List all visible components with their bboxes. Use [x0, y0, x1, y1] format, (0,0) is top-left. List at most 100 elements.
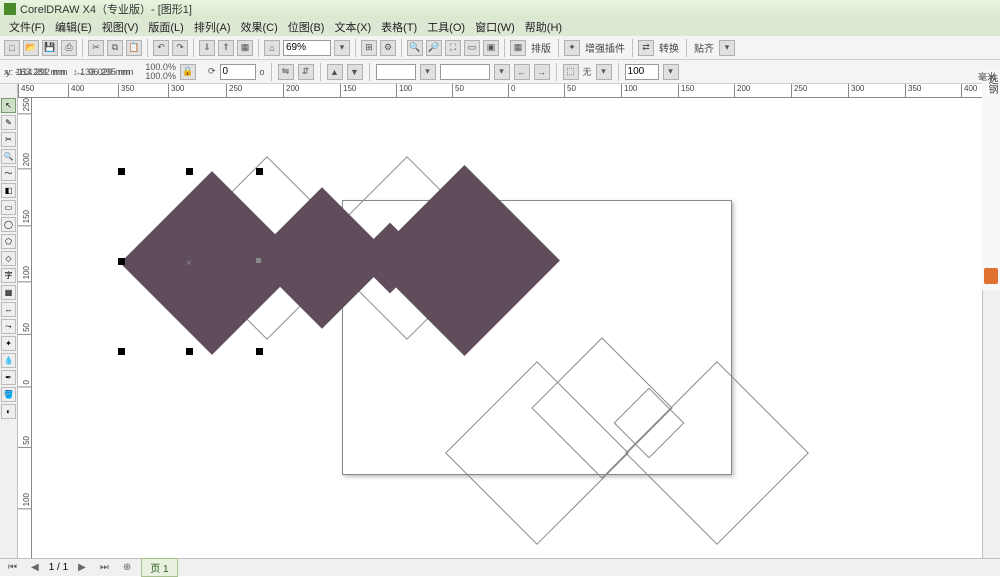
- rectangle-tool[interactable]: ▭: [1, 200, 16, 215]
- menu-layout[interactable]: 版面(L): [143, 19, 188, 35]
- separator: [558, 39, 559, 57]
- snap-label[interactable]: 贴齐: [692, 40, 716, 55]
- page-next-icon[interactable]: ▶: [74, 562, 90, 573]
- ruler-vertical[interactable]: 25020015010050050100: [18, 98, 32, 558]
- connector-tool[interactable]: ⤳: [1, 319, 16, 334]
- rotation-input[interactable]: [220, 64, 256, 80]
- polygon-tool[interactable]: ⬠: [1, 234, 16, 249]
- welcome-icon[interactable]: ⌂: [264, 40, 280, 56]
- page-first-icon[interactable]: ⏮: [4, 562, 21, 573]
- outline-width-input[interactable]: [376, 64, 416, 80]
- mirror-v-icon[interactable]: ⇵: [298, 64, 314, 80]
- linestyle-input[interactable]: [440, 64, 490, 80]
- selection-handle[interactable]: [118, 258, 125, 265]
- lock-ratio-icon[interactable]: 🔒: [180, 64, 196, 80]
- dropdown-icon[interactable]: ▾: [663, 64, 679, 80]
- option-icon[interactable]: ⚙: [380, 40, 396, 56]
- cut-icon[interactable]: ✂: [88, 40, 104, 56]
- basic-shapes-tool[interactable]: ◇: [1, 251, 16, 266]
- zoom-input[interactable]: [283, 40, 331, 56]
- zoom-tool[interactable]: 🔍: [1, 149, 16, 164]
- save-icon[interactable]: 💾: [42, 40, 58, 56]
- convert-icon[interactable]: ⇄: [638, 40, 654, 56]
- zoom-page-icon[interactable]: ▭: [464, 40, 480, 56]
- dropdown-icon[interactable]: ▾: [420, 64, 436, 80]
- selection-handle[interactable]: [186, 168, 193, 175]
- ellipse-tool[interactable]: ◯: [1, 217, 16, 232]
- menu-effects[interactable]: 效果(C): [236, 19, 283, 35]
- print-icon[interactable]: ⎙: [61, 40, 77, 56]
- undo-icon[interactable]: ↶: [153, 40, 169, 56]
- mirror-h-icon[interactable]: ⇋: [278, 64, 294, 80]
- interactive-tool[interactable]: ✦: [1, 336, 16, 351]
- fill-tool[interactable]: 🪣: [1, 387, 16, 402]
- scale-y[interactable]: 100.0: [145, 71, 168, 81]
- pick-tool[interactable]: ↖: [1, 98, 16, 113]
- zoom-out-icon[interactable]: 🔎: [426, 40, 442, 56]
- table-tool[interactable]: ▦: [1, 285, 16, 300]
- docker-panel[interactable]: 选钢: [982, 70, 1000, 290]
- dropdown-icon[interactable]: ▾: [334, 40, 350, 56]
- convert-label[interactable]: 转换: [657, 40, 681, 55]
- menu-edit[interactable]: 编辑(E): [50, 19, 97, 35]
- paste-icon[interactable]: 📋: [126, 40, 142, 56]
- dropdown-icon[interactable]: ▾: [494, 64, 510, 80]
- menu-text[interactable]: 文本(X): [329, 19, 376, 35]
- zoom-in-icon[interactable]: 🔍: [407, 40, 423, 56]
- to-front-icon[interactable]: ▲: [327, 64, 343, 80]
- h-value: 133.029 mm: [80, 67, 130, 77]
- import-icon[interactable]: ⇓: [199, 40, 215, 56]
- shape-tool[interactable]: ✎: [1, 115, 16, 130]
- menu-window[interactable]: 窗口(W): [470, 19, 520, 35]
- open-icon[interactable]: 📂: [23, 40, 39, 56]
- menu-tools[interactable]: 工具(O): [422, 19, 470, 35]
- page-add-icon[interactable]: ⊕: [119, 562, 135, 573]
- menu-table[interactable]: 表格(T): [376, 19, 422, 35]
- interactive-fill-tool[interactable]: ◐: [1, 404, 16, 419]
- app-launch-icon[interactable]: ▦: [237, 40, 253, 56]
- enhance-label[interactable]: 增强插件: [583, 40, 627, 55]
- menu-bitmap[interactable]: 位图(B): [283, 19, 330, 35]
- zoom-fit-icon[interactable]: ⛶: [445, 40, 461, 56]
- end-arrow-icon[interactable]: →: [534, 64, 550, 80]
- start-arrow-icon[interactable]: ←: [514, 64, 530, 80]
- ruler-horizontal[interactable]: 4504003503002502001501005005010015020025…: [18, 84, 982, 98]
- grid-icon[interactable]: ▦: [510, 40, 526, 56]
- deg-label: o: [260, 67, 265, 77]
- new-icon[interactable]: □: [4, 40, 20, 56]
- crop-tool[interactable]: ✂: [1, 132, 16, 147]
- menu-file[interactable]: 文件(F): [4, 19, 50, 35]
- hint-icon[interactable]: [984, 268, 998, 284]
- arrange-label[interactable]: 排版: [529, 40, 553, 55]
- eyedropper-tool[interactable]: 💧: [1, 353, 16, 368]
- nudge-input[interactable]: [625, 64, 659, 80]
- menu-arrange[interactable]: 排列(A): [189, 19, 236, 35]
- page-tab[interactable]: 页 1: [141, 558, 177, 577]
- wrap-icon[interactable]: ⬚: [563, 64, 579, 80]
- selection-handle[interactable]: [256, 168, 263, 175]
- export-icon[interactable]: ⇑: [218, 40, 234, 56]
- menu-view[interactable]: 视图(V): [97, 19, 144, 35]
- selection-handle[interactable]: [256, 348, 263, 355]
- copy-icon[interactable]: ⧉: [107, 40, 123, 56]
- selection-handle[interactable]: [186, 348, 193, 355]
- smart-fill-tool[interactable]: ◧: [1, 183, 16, 198]
- fill-none-label[interactable]: 无: [583, 65, 592, 78]
- page-prev-icon[interactable]: ◀: [27, 562, 43, 573]
- zoom-selection-icon[interactable]: ▣: [483, 40, 499, 56]
- dimension-tool[interactable]: ↔: [1, 302, 16, 317]
- to-back-icon[interactable]: ▼: [347, 64, 363, 80]
- snap-icon[interactable]: ⊞: [361, 40, 377, 56]
- outline-tool[interactable]: ✒: [1, 370, 16, 385]
- dropdown-icon[interactable]: ▾: [596, 64, 612, 80]
- freehand-tool[interactable]: ～: [1, 166, 16, 181]
- selection-handle[interactable]: [118, 168, 125, 175]
- canvas[interactable]: ×: [32, 98, 982, 558]
- text-tool[interactable]: 字: [1, 268, 16, 283]
- redo-icon[interactable]: ↷: [172, 40, 188, 56]
- plugin-icon[interactable]: ✦: [564, 40, 580, 56]
- dropdown-icon[interactable]: ▾: [719, 40, 735, 56]
- selection-handle[interactable]: [118, 348, 125, 355]
- page-last-icon[interactable]: ⏭: [96, 562, 113, 573]
- menu-help[interactable]: 帮助(H): [520, 19, 567, 35]
